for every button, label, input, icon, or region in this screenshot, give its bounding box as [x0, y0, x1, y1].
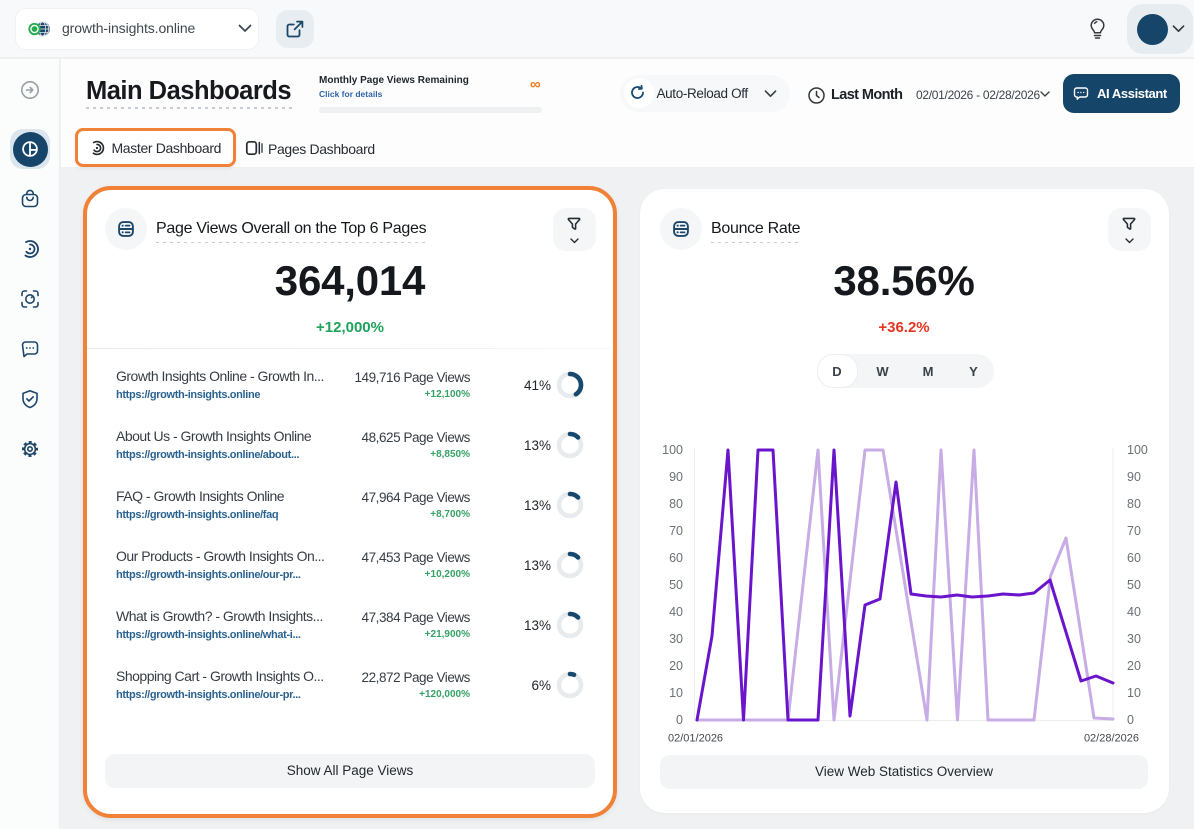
svg-text:0: 0: [676, 713, 683, 727]
svg-text:90: 90: [1127, 470, 1141, 484]
svg-text:0: 0: [1127, 713, 1134, 727]
svg-text:60: 60: [1127, 551, 1141, 565]
svg-text:10: 10: [669, 686, 683, 700]
svg-text:02/28/2026: 02/28/2026: [1084, 733, 1139, 745]
svg-text:60: 60: [669, 551, 683, 565]
svg-text:100: 100: [1127, 443, 1148, 457]
svg-text:20: 20: [1127, 659, 1141, 673]
svg-text:50: 50: [669, 578, 683, 592]
svg-text:80: 80: [669, 497, 683, 511]
svg-text:30: 30: [1127, 632, 1141, 646]
svg-text:40: 40: [669, 605, 683, 619]
svg-text:10: 10: [1127, 686, 1141, 700]
svg-text:20: 20: [669, 659, 683, 673]
svg-text:70: 70: [1127, 524, 1141, 538]
svg-text:50: 50: [1127, 578, 1141, 592]
svg-text:100: 100: [662, 443, 683, 457]
svg-text:40: 40: [1127, 605, 1141, 619]
svg-text:90: 90: [669, 470, 683, 484]
svg-text:02/01/2026: 02/01/2026: [668, 733, 723, 745]
svg-text:80: 80: [1127, 497, 1141, 511]
svg-text:70: 70: [669, 524, 683, 538]
svg-text:30: 30: [669, 632, 683, 646]
